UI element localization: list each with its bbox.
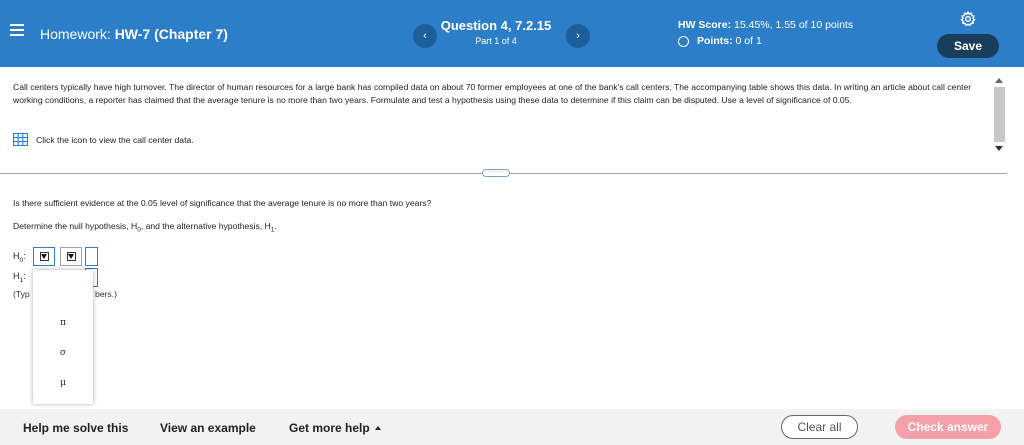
clear-all-button[interactable]: Clear all bbox=[781, 415, 858, 439]
question-text: Is there sufficient evidence at the 0.05… bbox=[13, 198, 432, 208]
save-button[interactable]: Save bbox=[937, 34, 999, 58]
determine-prefix: Determine the null hypothesis, H bbox=[13, 221, 138, 231]
dropdown-option-pi[interactable]: π bbox=[33, 318, 93, 328]
determine-end: . bbox=[274, 221, 277, 231]
get-more-help-link[interactable]: Get more help bbox=[289, 421, 381, 435]
h0-value-input[interactable] bbox=[85, 247, 98, 266]
chevron-right-icon: › bbox=[576, 30, 580, 42]
homework-name: HW-7 (Chapter 7) bbox=[114, 26, 228, 42]
scroll-thumb[interactable] bbox=[994, 87, 1005, 142]
dropdown-option-mu[interactable]: μ bbox=[33, 378, 93, 388]
data-link-text[interactable]: Click the icon to view the call center d… bbox=[36, 135, 194, 145]
hamburger-icon[interactable] bbox=[10, 24, 24, 36]
problem-text: Call centers typically have high turnove… bbox=[13, 82, 972, 105]
help-me-solve-link[interactable]: Help me solve this bbox=[23, 421, 128, 435]
hw-score: HW Score: 15.45%, 1.55 of 10 points bbox=[678, 19, 853, 31]
hw-score-value: 15.45%, 1.55 of 10 points bbox=[734, 19, 854, 31]
type-hint-end: bers.) bbox=[95, 289, 117, 299]
type-hint-start: (Typ bbox=[13, 289, 30, 299]
divider-handle[interactable]: ····· bbox=[482, 169, 510, 177]
view-example-link[interactable]: View an example bbox=[160, 421, 256, 435]
dropdown-option-sigma[interactable]: σ bbox=[33, 348, 93, 358]
points-circle-icon bbox=[678, 35, 689, 47]
scroll-up-arrow-icon[interactable] bbox=[995, 78, 1003, 83]
h0-relation-select[interactable] bbox=[60, 247, 82, 266]
dropdown-arrow-icon bbox=[39, 252, 49, 261]
next-question-button[interactable]: › bbox=[566, 24, 590, 48]
table-grid-icon[interactable] bbox=[13, 133, 28, 146]
points-value: 0 of 1 bbox=[735, 35, 762, 47]
data-link[interactable]: Click the icon to view the call center d… bbox=[13, 133, 194, 146]
h1-label: H1: bbox=[13, 271, 26, 284]
points-label: Points: bbox=[697, 35, 733, 47]
h1-sub: 1 bbox=[19, 276, 24, 284]
gear-icon[interactable] bbox=[960, 11, 976, 27]
top-bar: Homework: HW-7 (Chapter 7) ‹ Question 4,… bbox=[0, 0, 1024, 67]
dropdown-arrow-icon bbox=[66, 252, 76, 261]
determine-instructions: Determine the null hypothesis, H0, and t… bbox=[13, 221, 277, 234]
caret-up-icon bbox=[374, 426, 381, 430]
get-more-help-label: Get more help bbox=[289, 421, 370, 435]
homework-prefix: Homework: bbox=[40, 26, 111, 42]
hw-score-label: HW Score: bbox=[678, 19, 732, 31]
points-status: Points: 0 of 1 bbox=[678, 35, 762, 47]
homework-title: Homework: HW-7 (Chapter 7) bbox=[40, 26, 228, 42]
footer-bar bbox=[0, 409, 1024, 445]
previous-question-button[interactable]: ‹ bbox=[413, 24, 437, 48]
question-part: Part 1 of 4 bbox=[475, 36, 517, 46]
chevron-left-icon: ‹ bbox=[423, 30, 427, 42]
h0-label: H0: bbox=[13, 251, 26, 264]
determine-mid: , and the alternative hypothesis, H bbox=[140, 221, 271, 231]
parameter-dropdown-menu: π σ μ bbox=[33, 270, 93, 404]
question-title: Question 4, 7.2.15 bbox=[440, 18, 552, 33]
check-answer-button[interactable]: Check answer bbox=[895, 415, 1001, 439]
h0-parameter-select[interactable] bbox=[33, 247, 55, 266]
h0-sub: 0 bbox=[19, 256, 24, 264]
scroll-down-arrow-icon[interactable] bbox=[995, 146, 1003, 151]
problem-scrollbar[interactable] bbox=[993, 76, 1005, 156]
